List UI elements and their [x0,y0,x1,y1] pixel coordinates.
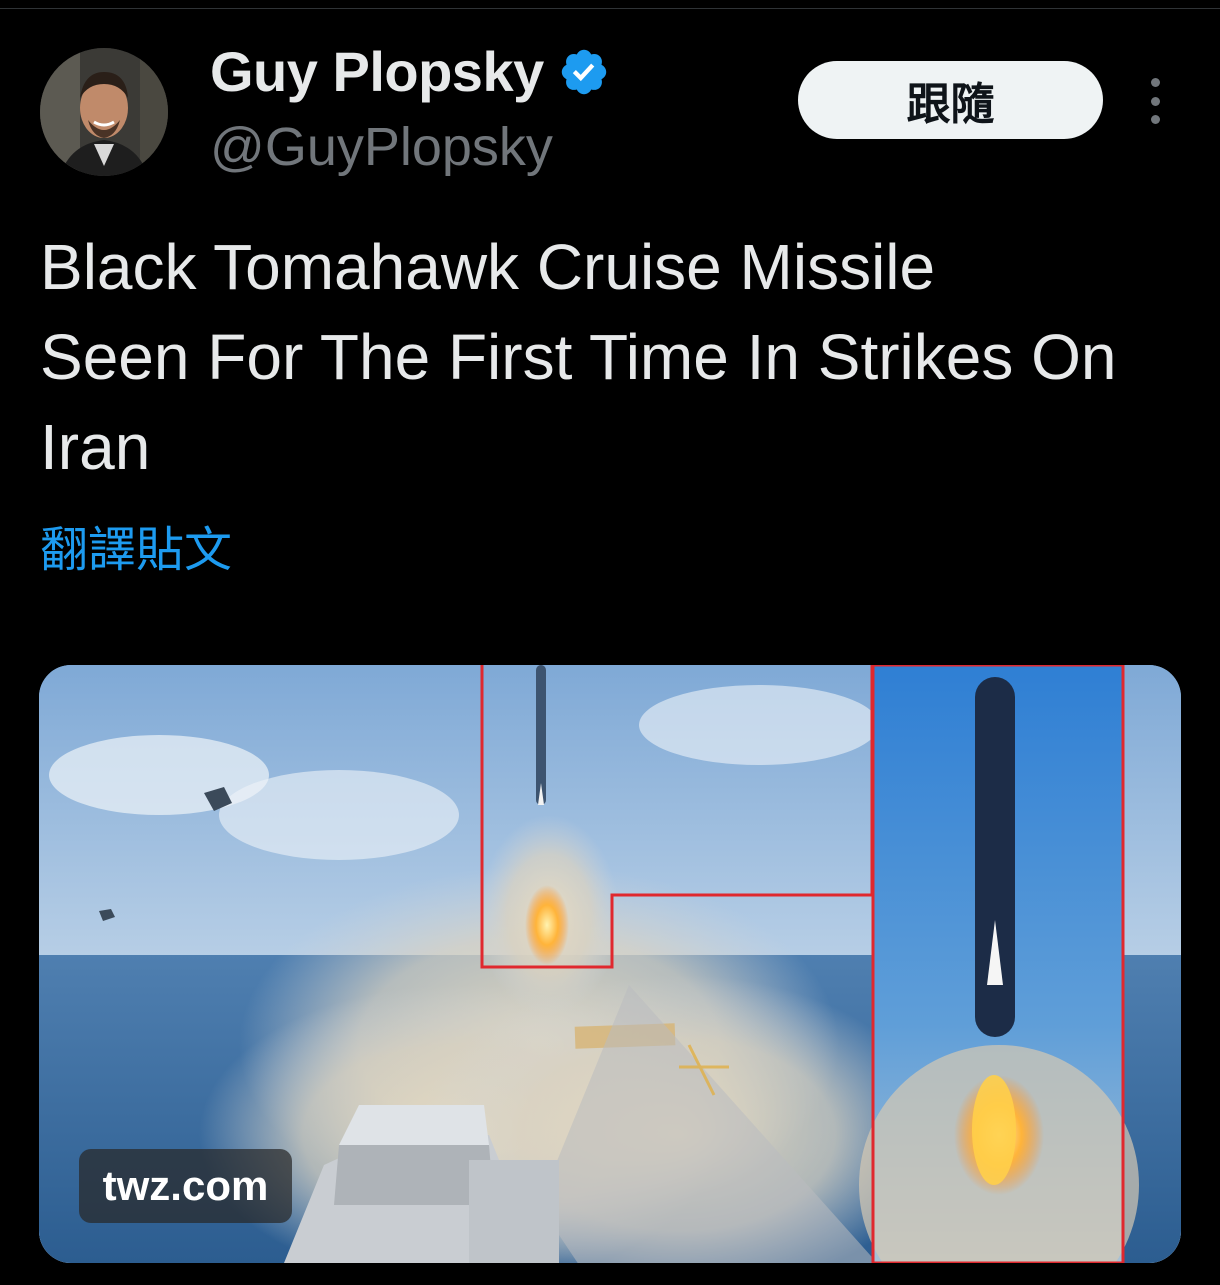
verified-badge-icon [558,46,610,98]
author-handle[interactable]: @GuyPlopsky [210,116,553,178]
post-text: Black Tomahawk Cruise Missile Seen For T… [40,231,1117,483]
translate-post-link[interactable]: 翻譯貼文 [40,510,232,580]
author-name-row: Guy Plopsky [210,40,610,104]
post-image[interactable]: twz.com [39,665,1181,1263]
display-name[interactable]: Guy Plopsky [210,40,544,104]
top-divider [0,8,1220,9]
follow-button[interactable]: 跟隨 [798,61,1103,139]
more-vertical-icon[interactable] [1140,78,1170,124]
watermark-label: twz.com [79,1149,292,1223]
avatar[interactable] [40,48,168,176]
